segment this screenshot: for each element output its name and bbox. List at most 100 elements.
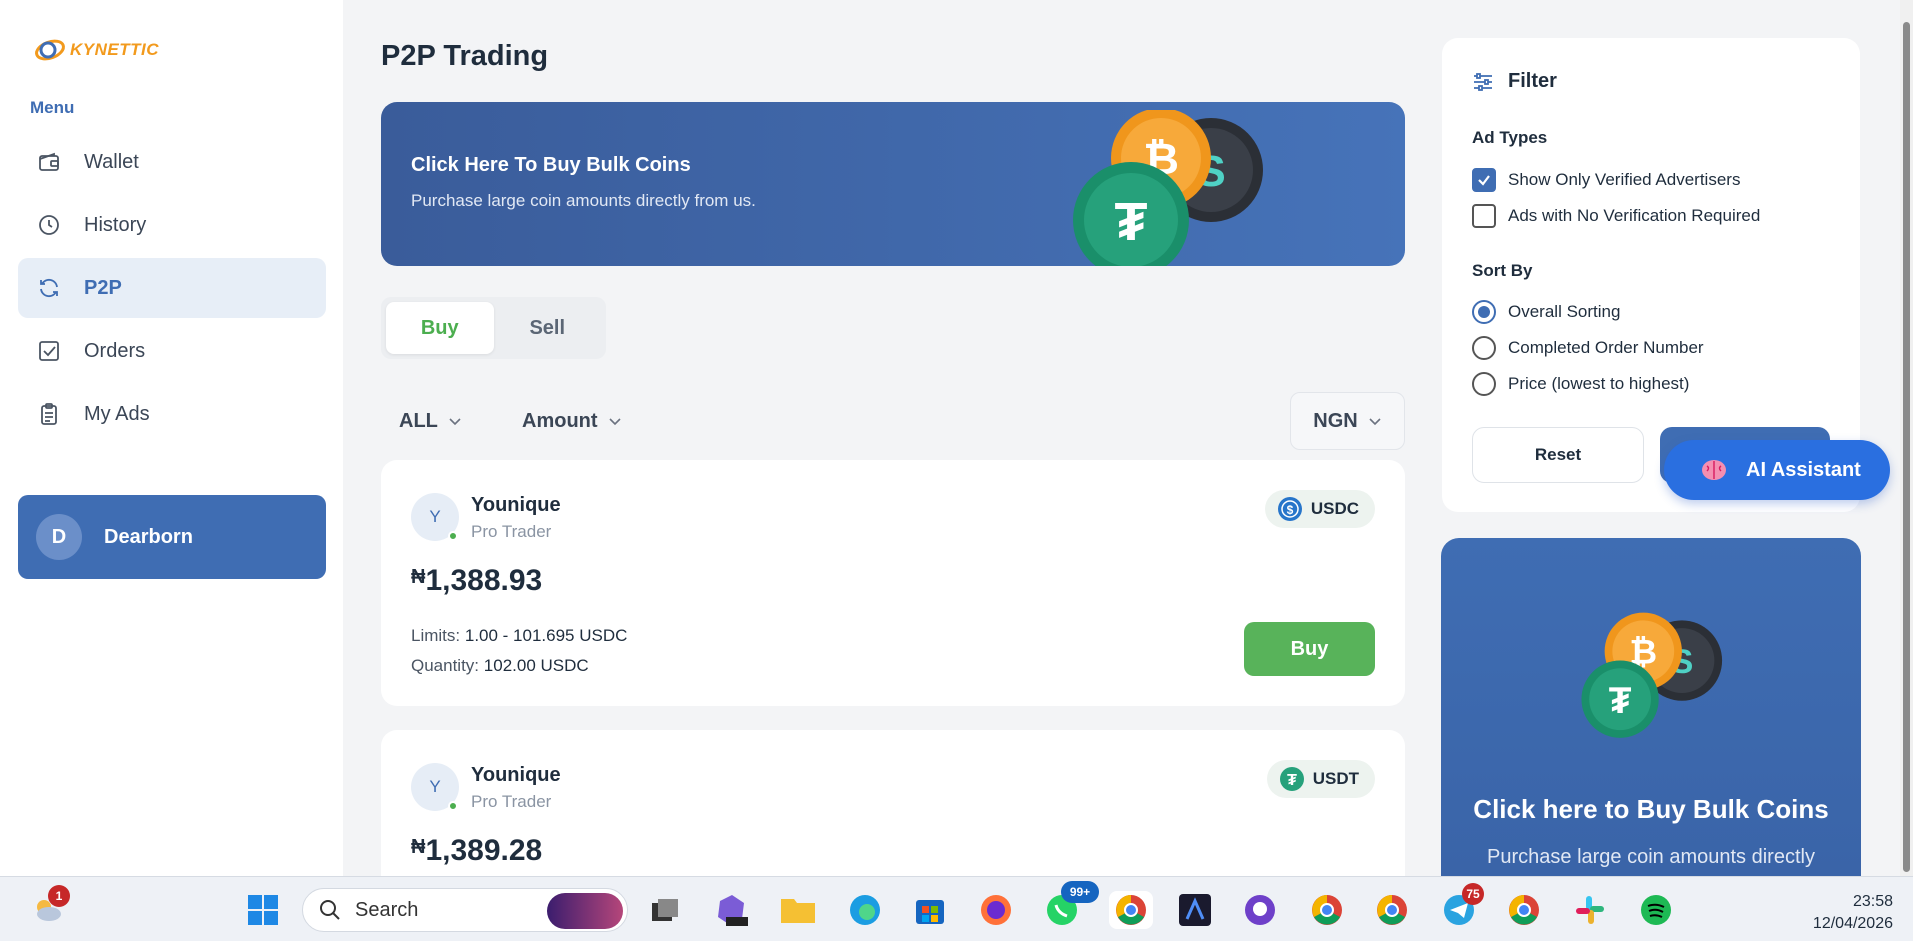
chrome-icon — [1509, 895, 1539, 925]
bulk-coins-promo[interactable]: S ₿ ₮ Click here to Buy Bulk Coins Purch… — [1441, 538, 1861, 878]
search-icon — [320, 900, 340, 920]
chrome-icon — [1116, 895, 1146, 925]
taskbar-app-slack[interactable] — [1571, 891, 1609, 929]
wallet-icon — [36, 149, 62, 175]
task-view-icon — [652, 899, 678, 921]
radio-label: Overall Sorting — [1508, 302, 1621, 321]
bulk-coins-banner[interactable]: Click Here To Buy Bulk Coins Purchase la… — [381, 102, 1405, 266]
edge-icon — [850, 895, 880, 925]
taskbar-app-whatsapp[interactable]: 99+ — [1043, 881, 1099, 929]
taskbar: 1 Search 99+ 75 23:58 12/04/2026 — [0, 876, 1913, 941]
svg-text:₮: ₮ — [1287, 772, 1297, 789]
usdc-icon: $ — [1277, 497, 1302, 521]
sidebar-item-wallet[interactable]: Wallet — [18, 132, 326, 192]
checkbox-icon — [36, 338, 62, 364]
amount-dropdown[interactable]: Amount — [522, 392, 622, 450]
taskbar-search[interactable]: Search — [302, 888, 628, 932]
checkbox-label: Show Only Verified Advertisers — [1508, 170, 1741, 189]
app-logo[interactable]: KYNETTIC — [34, 36, 159, 64]
no-verification-checkbox[interactable]: Ads with No Verification Required — [1472, 204, 1760, 228]
sidebar-item-label: Orders — [84, 339, 146, 362]
system-clock[interactable]: 23:58 12/04/2026 — [1813, 891, 1893, 935]
sort-overall-radio[interactable]: Overall Sorting — [1472, 300, 1620, 324]
trader-name[interactable]: Younique — [471, 494, 561, 517]
checkbox-label: Ads with No Verification Required — [1508, 206, 1761, 225]
brain-icon — [1702, 460, 1726, 480]
chevron-down-icon — [1369, 418, 1381, 426]
taskbar-app-file-explorer[interactable] — [779, 891, 817, 929]
checkbox-checked-icon — [1472, 168, 1496, 192]
weather-widget[interactable]: 1 — [28, 885, 70, 929]
taskbar-app-terminal[interactable] — [1176, 891, 1214, 929]
offer-price: ₦1,388.93 — [411, 564, 542, 598]
sidebar-item-orders[interactable]: Orders — [18, 321, 326, 381]
buy-button[interactable]: Buy — [1244, 622, 1375, 676]
taskbar-app-telegram[interactable]: 75 — [1440, 883, 1484, 929]
checkbox-unchecked-icon — [1472, 204, 1496, 228]
taskbar-app-firefox[interactable] — [977, 891, 1015, 929]
offer-limits: Limits: 1.00 - 101.695 USDC — [411, 626, 627, 646]
sidebar-item-history[interactable]: History — [18, 195, 326, 255]
taskbar-app-chrome-profile-2[interactable] — [1308, 891, 1346, 929]
offer-filters: ALL Amount NGN — [381, 392, 1405, 450]
spotify-icon — [1641, 895, 1671, 925]
trader-name[interactable]: Younique — [471, 764, 561, 787]
online-status-dot — [448, 531, 458, 541]
firefox-icon — [981, 895, 1011, 925]
slack-icon — [1576, 896, 1604, 924]
task-view-button[interactable] — [646, 891, 684, 929]
coin-name: USDC — [1310, 499, 1359, 518]
radio-unselected-icon — [1472, 336, 1496, 360]
clock-date: 12/04/2026 — [1812, 915, 1893, 932]
currency-dropdown[interactable]: NGN — [1290, 392, 1405, 450]
svg-text:₮: ₮ — [1115, 192, 1148, 252]
radio-label: Price (lowest to highest) — [1508, 374, 1690, 393]
limits-label: Limits: — [411, 626, 461, 645]
chevron-down-icon — [608, 418, 621, 426]
sort-by-label: Sort By — [1472, 261, 1533, 280]
start-button[interactable] — [244, 891, 282, 929]
filter-header: Filter — [1472, 70, 1557, 93]
tab-sell[interactable]: Sell — [494, 302, 602, 354]
verified-advertisers-checkbox[interactable]: Show Only Verified Advertisers — [1472, 168, 1740, 192]
user-name: Dearborn — [104, 525, 193, 548]
taskbar-app-spotify[interactable] — [1637, 891, 1675, 929]
svg-text:$: $ — [1286, 503, 1293, 517]
taskbar-app-github[interactable] — [1241, 891, 1279, 929]
asset-dropdown[interactable]: ALL — [399, 392, 462, 450]
app-icon — [1179, 894, 1211, 926]
filter-title: Filter — [1508, 70, 1557, 92]
taskbar-app-m365[interactable] — [712, 891, 750, 929]
sort-completed-orders-radio[interactable]: Completed Order Number — [1472, 336, 1704, 360]
taskbar-app-chrome-profile-4[interactable] — [1505, 891, 1543, 929]
taskbar-app-store[interactable] — [911, 891, 949, 929]
whatsapp-badge: 99+ — [1061, 881, 1099, 903]
telegram-badge: 75 — [1462, 883, 1484, 905]
sort-price-radio[interactable]: Price (lowest to highest) — [1472, 372, 1689, 396]
asset-dropdown-value: ALL — [399, 409, 438, 432]
currency-symbol: ₦ — [411, 836, 426, 858]
chevron-down-icon — [449, 418, 461, 426]
sidebar-item-my-ads[interactable]: My Ads — [18, 384, 326, 444]
ai-assistant-button[interactable]: AI Assistant — [1664, 440, 1890, 500]
taskbar-app-edge[interactable] — [846, 891, 884, 929]
taskbar-app-chrome-profile-3[interactable] — [1373, 891, 1411, 929]
sidebar-nav: Wallet History P2P Orders My Ads — [18, 132, 326, 447]
page-title: P2P Trading — [381, 40, 549, 72]
page-scrollbar[interactable] — [1900, 0, 1913, 876]
sidebar-item-p2p[interactable]: P2P — [18, 258, 326, 318]
tab-buy[interactable]: Buy — [386, 302, 494, 354]
trader-role: Pro Trader — [471, 792, 552, 811]
refresh-icon — [36, 275, 62, 301]
user-profile-card[interactable]: D Dearborn — [18, 495, 326, 579]
clock-time: 23:58 — [1852, 893, 1893, 910]
scrollbar-thumb[interactable] — [1903, 22, 1910, 872]
crypto-coins-illustration: S ₿ ₮ — [1073, 110, 1263, 266]
reset-button[interactable]: Reset — [1472, 427, 1644, 483]
sliders-icon — [1474, 72, 1492, 91]
coin-badge: $ USDC — [1264, 490, 1375, 528]
buy-sell-tabs: Buy Sell — [381, 297, 606, 359]
taskbar-app-chrome-active[interactable] — [1109, 891, 1153, 929]
search-placeholder: Search — [355, 898, 419, 921]
logo-icon — [35, 39, 65, 61]
